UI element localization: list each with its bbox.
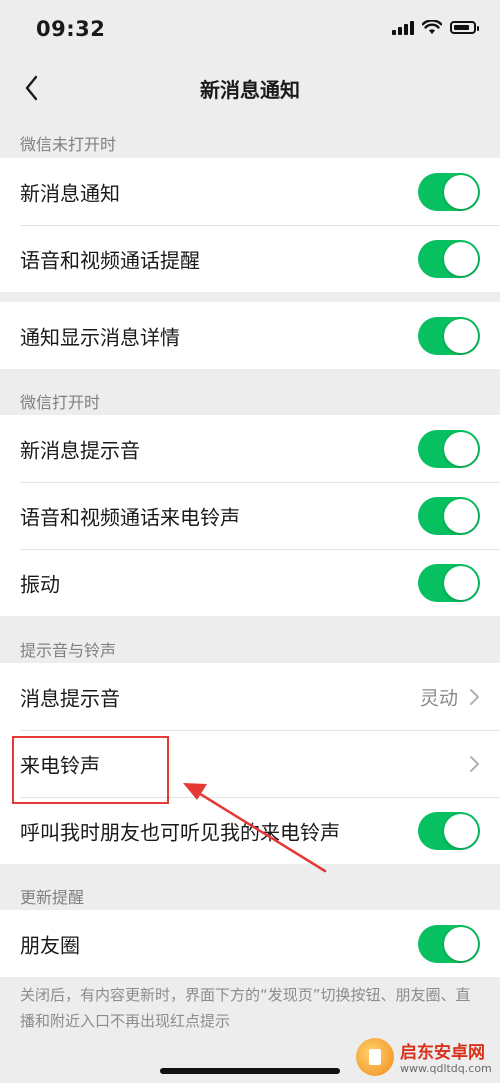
annotation-highlight-box — [12, 736, 169, 804]
group-wechat-open: 新消息提示音 语音和视频通话来电铃声 振动 — [0, 415, 500, 616]
setting-row-new-message: 新消息通知 — [0, 158, 500, 225]
toggle-knob — [444, 431, 478, 466]
friends-hear-toggle[interactable] — [418, 811, 480, 850]
setting-label: 新消息通知 — [20, 181, 120, 205]
status-icons — [392, 20, 479, 35]
battery-icon — [450, 21, 479, 34]
toggle-knob — [444, 565, 478, 600]
chevron-right-icon — [470, 755, 479, 772]
vibrate-toggle[interactable] — [418, 563, 480, 602]
chevron-right-icon — [470, 688, 479, 705]
setting-row-message-sound: 新消息提示音 — [0, 415, 500, 482]
setting-label: 语音和视频通话提醒 — [20, 248, 200, 272]
footer-note: 关闭后，有内容更新时，界面下方的“发现页”切换按钮、朋友圈、直播和附近入口不再出… — [20, 986, 471, 1030]
setting-row-show-details: 通知显示消息详情 — [0, 302, 500, 369]
section-header-wechat-open: 微信打开时 — [20, 393, 101, 412]
toggle-knob — [444, 498, 478, 533]
setting-label: 呼叫我时朋友也可听见我的来电铃声 — [20, 820, 340, 844]
group-wechat-closed: 新消息通知 语音和视频通话提醒 — [0, 158, 500, 292]
setting-row-moments: 朋友圈 — [0, 910, 500, 977]
nav-bar: 新消息通知 — [0, 60, 500, 116]
call-ringtone-toggle[interactable] — [418, 496, 480, 535]
setting-label: 新消息提示音 — [20, 438, 140, 462]
cellular-signal-icon — [392, 20, 414, 35]
call-reminder-toggle[interactable] — [418, 239, 480, 278]
watermark-url: www.qdltdq.com — [400, 1062, 492, 1075]
watermark-logo: 启东安卓网 www.qdltdq.com — [356, 1038, 494, 1080]
wifi-icon — [422, 20, 442, 34]
message-tone-value: 灵动 — [419, 687, 458, 709]
setting-label: 振动 — [20, 572, 60, 596]
watermark-logo-icon — [356, 1038, 394, 1076]
watermark-name: 启东安卓网 — [400, 1043, 485, 1063]
new-message-toggle[interactable] — [418, 172, 480, 211]
moments-toggle[interactable] — [418, 924, 480, 963]
setting-row-call-ringtone: 语音和视频通话来电铃声 — [0, 482, 500, 549]
section-header-updates: 更新提醒 — [20, 888, 85, 907]
toggle-knob — [444, 813, 478, 848]
message-sound-toggle[interactable] — [418, 429, 480, 468]
section-header-wechat-closed: 微信未打开时 — [20, 135, 117, 154]
toggle-knob — [444, 241, 478, 276]
section-header-sounds: 提示音与铃声 — [20, 641, 117, 660]
setting-label: 消息提示音 — [20, 686, 120, 710]
group-updates: 朋友圈 — [0, 910, 500, 977]
group-detail: 通知显示消息详情 — [0, 302, 500, 369]
setting-row-vibrate: 振动 — [0, 549, 500, 616]
setting-row-friends-hear: 呼叫我时朋友也可听见我的来电铃声 — [0, 797, 500, 864]
toggle-knob — [444, 174, 478, 209]
setting-row-message-tone[interactable]: 消息提示音 灵动 — [0, 663, 500, 730]
setting-label: 语音和视频通话来电铃声 — [20, 505, 240, 529]
setting-row-call-reminder: 语音和视频通话提醒 — [0, 225, 500, 292]
setting-label: 朋友圈 — [20, 933, 80, 957]
toggle-knob — [444, 926, 478, 961]
status-bar: 09:32 — [0, 0, 500, 60]
status-time: 09:32 — [36, 17, 106, 41]
show-details-toggle[interactable] — [418, 316, 480, 355]
setting-label: 通知显示消息详情 — [20, 325, 180, 349]
page-title: 新消息通知 — [200, 78, 300, 102]
home-indicator — [160, 1068, 340, 1074]
toggle-knob — [444, 318, 478, 353]
